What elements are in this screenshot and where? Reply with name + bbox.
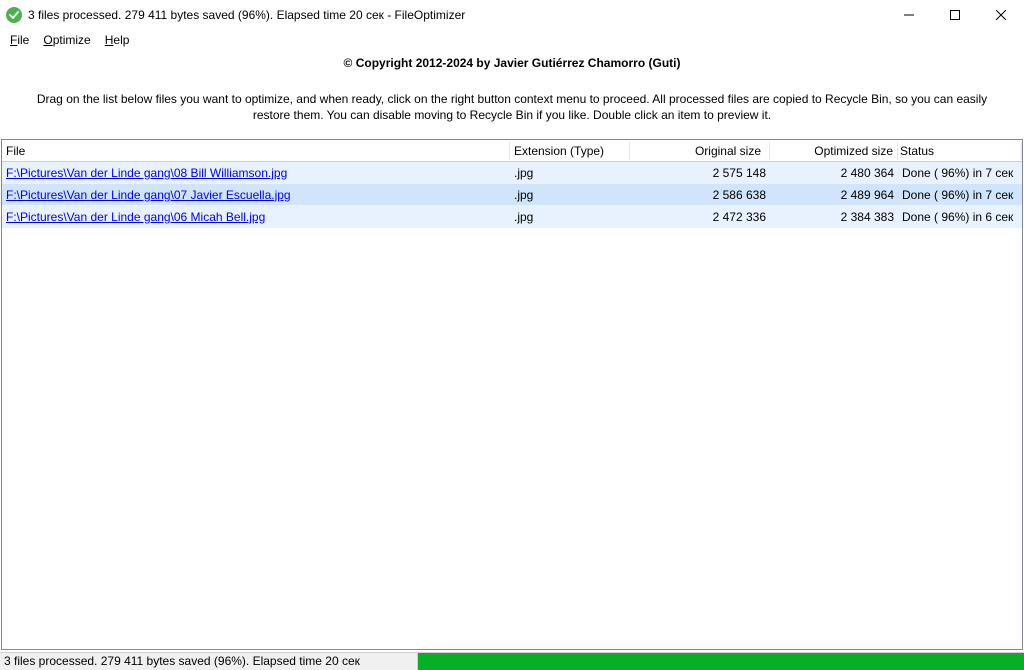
- cell-status: Done ( 96%) in 7 сек: [898, 186, 1022, 204]
- cell-file: F:\Pictures\Van der Linde gang\06 Micah …: [2, 208, 510, 226]
- maximize-button[interactable]: [932, 0, 978, 30]
- cell-original-size: 2 575 148: [630, 164, 770, 182]
- file-table: File Extension (Type) Original size Opti…: [1, 139, 1023, 650]
- window-title: 3 files processed. 279 411 bytes saved (…: [28, 8, 886, 22]
- cell-extension: .jpg: [510, 164, 630, 182]
- column-header-file[interactable]: File: [2, 142, 510, 160]
- cell-file: F:\Pictures\Van der Linde gang\08 Bill W…: [2, 164, 510, 182]
- minimize-button[interactable]: [886, 0, 932, 30]
- file-link[interactable]: F:\Pictures\Van der Linde gang\08 Bill W…: [6, 166, 287, 180]
- titlebar: 3 files processed. 279 411 bytes saved (…: [0, 0, 1024, 30]
- column-header-optimized-size[interactable]: Optimized size: [770, 142, 898, 160]
- cell-status: Done ( 96%) in 7 сек: [898, 164, 1022, 182]
- cell-extension: .jpg: [510, 208, 630, 226]
- cell-optimized-size: 2 384 383: [770, 208, 898, 226]
- cell-status: Done ( 96%) in 6 сек: [898, 208, 1022, 226]
- cell-file: F:\Pictures\Van der Linde gang\07 Javier…: [2, 186, 510, 204]
- cell-extension: .jpg: [510, 186, 630, 204]
- file-link[interactable]: F:\Pictures\Van der Linde gang\06 Micah …: [6, 210, 265, 224]
- cell-optimized-size: 2 480 364: [770, 164, 898, 182]
- progress-bar: [418, 653, 1024, 670]
- table-header: File Extension (Type) Original size Opti…: [2, 140, 1022, 162]
- instructions-text: Drag on the list below files you want to…: [0, 76, 1024, 133]
- app-icon: [6, 7, 22, 23]
- progress-fill: [418, 653, 1024, 670]
- menu-optimize[interactable]: Optimize: [37, 31, 96, 49]
- table-row[interactable]: F:\Pictures\Van der Linde gang\07 Javier…: [2, 184, 1022, 206]
- status-text: 3 files processed. 279 411 bytes saved (…: [0, 653, 418, 670]
- menubar: File Optimize Help: [0, 30, 1024, 50]
- cell-optimized-size: 2 489 964: [770, 186, 898, 204]
- table-body[interactable]: F:\Pictures\Van der Linde gang\08 Bill W…: [2, 162, 1022, 649]
- menu-help[interactable]: Help: [99, 31, 136, 49]
- close-button[interactable]: [978, 0, 1024, 30]
- cell-original-size: 2 586 638: [630, 186, 770, 204]
- column-header-extension[interactable]: Extension (Type): [510, 142, 630, 160]
- column-header-original-size[interactable]: Original size: [630, 142, 770, 160]
- table-row[interactable]: F:\Pictures\Van der Linde gang\06 Micah …: [2, 206, 1022, 228]
- copyright-text: © Copyright 2012-2024 by Javier Gutiérre…: [0, 50, 1024, 76]
- cell-original-size: 2 472 336: [630, 208, 770, 226]
- file-link[interactable]: F:\Pictures\Van der Linde gang\07 Javier…: [6, 188, 291, 202]
- window-controls: [886, 0, 1024, 30]
- table-row[interactable]: F:\Pictures\Van der Linde gang\08 Bill W…: [2, 162, 1022, 184]
- column-header-status[interactable]: Status: [898, 142, 1022, 160]
- statusbar: 3 files processed. 279 411 bytes saved (…: [0, 652, 1024, 670]
- menu-file[interactable]: File: [4, 31, 35, 49]
